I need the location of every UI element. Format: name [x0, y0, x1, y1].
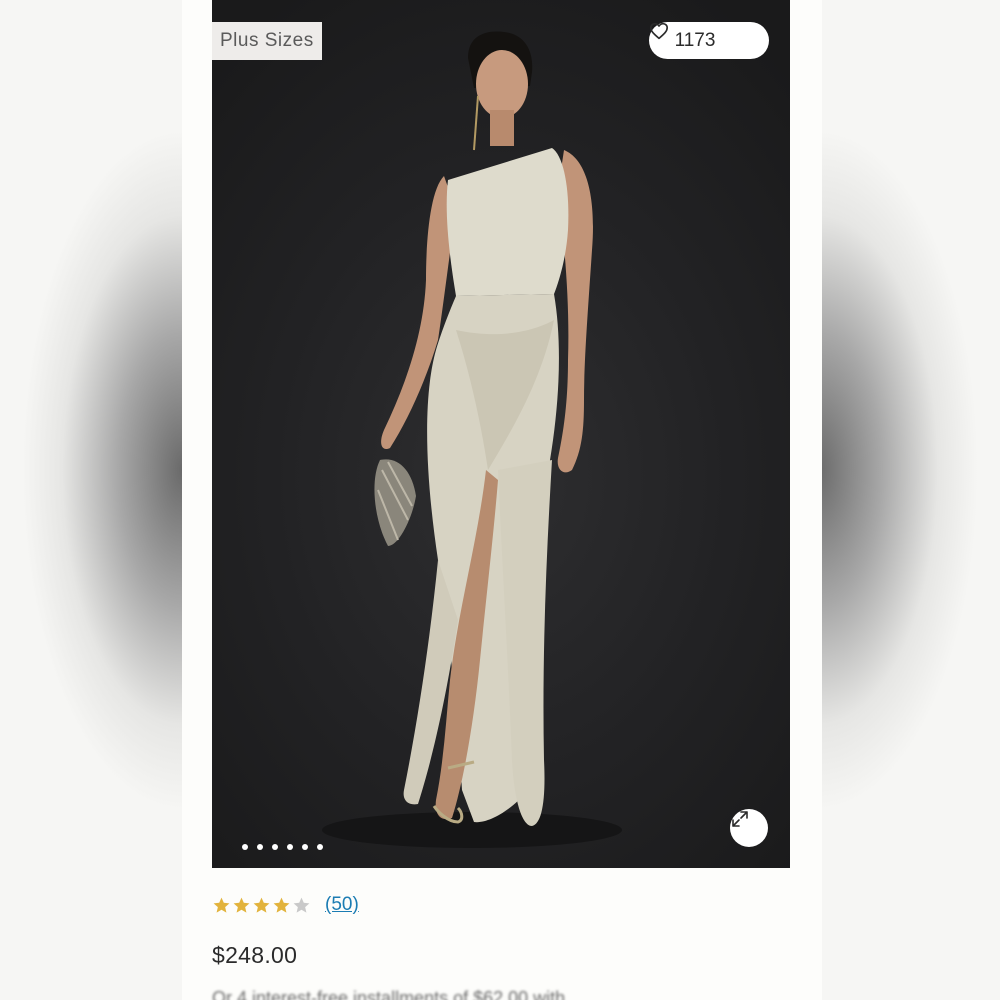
model-neck	[490, 110, 514, 146]
product-page: Plus Sizes 1173 (50) $248.00 Or 4 intere…	[182, 0, 822, 1000]
carousel-dot[interactable]	[257, 844, 263, 850]
star-icon	[213, 897, 230, 913]
carousel-dot[interactable]	[317, 844, 323, 850]
star-icon	[293, 897, 310, 913]
image-carousel-dots[interactable]	[242, 844, 323, 850]
star-icon	[233, 897, 250, 913]
product-price: $248.00	[212, 942, 298, 968]
carousel-dot[interactable]	[287, 844, 293, 850]
blurred-backdrop: Plus Sizes 1173 (50) $248.00 Or 4 intere…	[0, 0, 1000, 1000]
model-face	[476, 50, 528, 118]
star-icon	[273, 897, 290, 913]
product-image[interactable]: Plus Sizes 1173	[212, 0, 790, 868]
star-icon	[253, 897, 270, 913]
dress-bodice	[446, 148, 569, 296]
carousel-dot[interactable]	[302, 844, 308, 850]
blurred-edge-left	[0, 0, 182, 1000]
heart-icon	[649, 22, 743, 50]
product-rating: (50)	[212, 894, 359, 916]
reviews-link[interactable]: (50)	[325, 894, 359, 916]
star-rating	[212, 896, 311, 915]
blurred-edge-right	[818, 0, 1000, 1000]
installments-text: Or 4 interest-free installments of $62.0…	[212, 988, 566, 1000]
wishlist-button[interactable]: 1173	[649, 22, 769, 59]
model-earring	[473, 95, 479, 151]
floor-shadow	[322, 812, 622, 848]
model-illustration	[322, 31, 622, 848]
carousel-dot[interactable]	[272, 844, 278, 850]
expand-icon	[732, 811, 748, 827]
carousel-dot[interactable]	[242, 844, 248, 850]
wishlist-count: 1173	[674, 29, 716, 51]
expand-button[interactable]	[730, 809, 768, 847]
plus-sizes-badge: Plus Sizes	[212, 22, 322, 60]
